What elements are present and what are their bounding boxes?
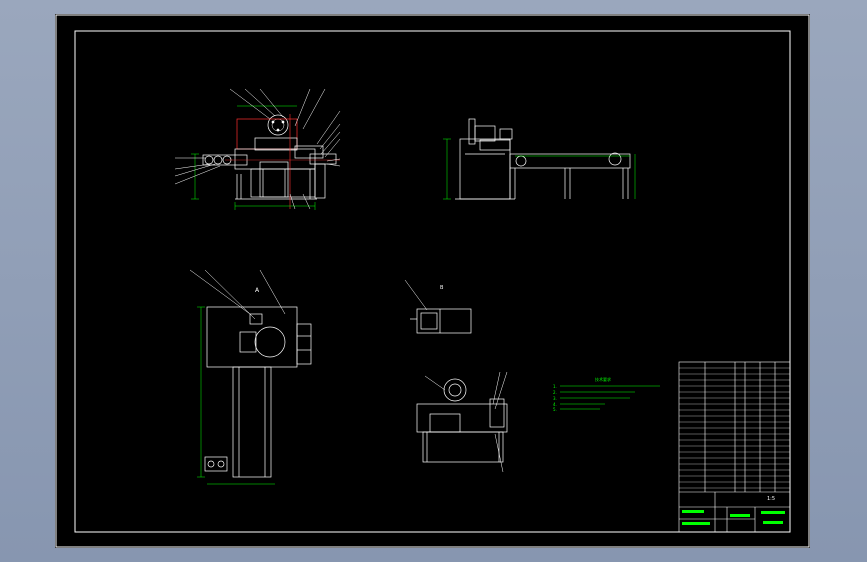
inner-border bbox=[74, 30, 791, 533]
notes-line-3: 3. bbox=[553, 396, 557, 401]
detail-view-leaders bbox=[424, 371, 508, 473]
outer-border bbox=[55, 14, 810, 548]
cad-viewport[interactable]: A B 技术要求 1. 2. 3. 4. 5. 1:5 bbox=[55, 14, 810, 548]
scale-value: 1:5 bbox=[767, 496, 775, 502]
notes-line-5: 5. bbox=[553, 407, 557, 412]
notes-line-1: 1. bbox=[553, 384, 557, 389]
cad-drawing-canvas: A B 技术要求 1. 2. 3. 4. 5. 1:5 bbox=[55, 14, 810, 548]
title-block-rows bbox=[679, 367, 790, 489]
detail-view bbox=[416, 378, 508, 463]
notes-title: 技术要求 bbox=[595, 376, 611, 382]
side-view-dimensions bbox=[443, 138, 636, 200]
top-view bbox=[204, 306, 312, 478]
section-label-a: A bbox=[255, 287, 260, 294]
top-view-dimensions bbox=[197, 306, 275, 485]
notes-line-2: 2. bbox=[553, 390, 557, 395]
title-block-green-cells bbox=[682, 510, 785, 525]
section-leader bbox=[404, 279, 428, 311]
section-detail bbox=[410, 308, 472, 334]
section-label-b: B bbox=[440, 285, 444, 291]
title-block bbox=[678, 361, 791, 533]
notes-strokes bbox=[560, 385, 660, 410]
front-view bbox=[202, 114, 340, 209]
technical-notes: 技术要求 1. 2. 3. 4. 5. bbox=[553, 376, 611, 412]
top-view-leaders bbox=[189, 269, 286, 320]
side-view bbox=[455, 118, 631, 200]
